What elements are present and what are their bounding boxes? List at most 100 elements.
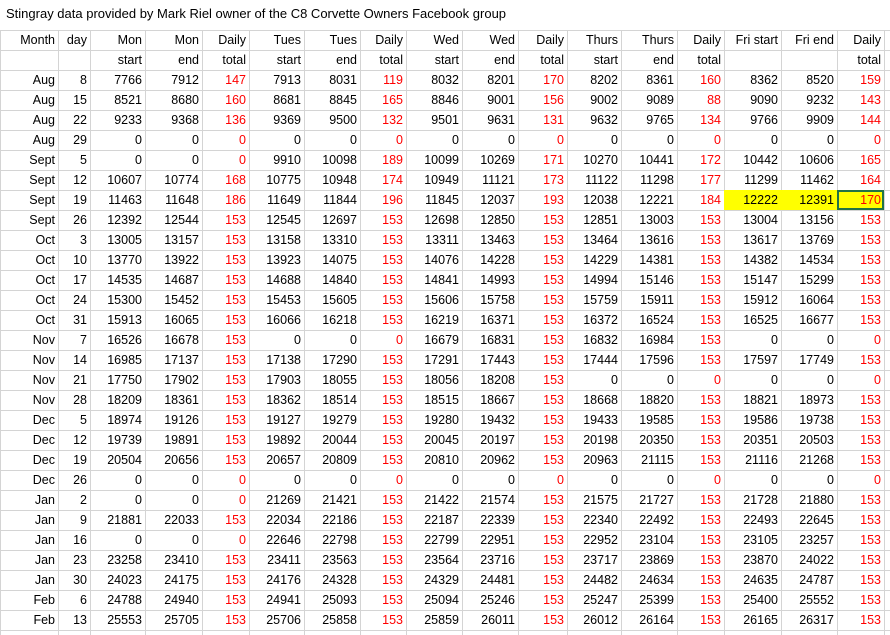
count-cell[interactable]: 23258 — [90, 550, 145, 570]
day-cell[interactable]: 29 — [58, 130, 90, 150]
day-cell[interactable]: 14 — [58, 350, 90, 370]
count-cell[interactable]: 17444 — [567, 350, 621, 370]
count-cell[interactable]: 10099 — [406, 150, 462, 170]
count-cell[interactable]: 0 — [567, 130, 621, 150]
count-cell[interactable]: 9910 — [249, 150, 304, 170]
count-cell[interactable]: 25706 — [249, 610, 304, 630]
count-cell[interactable]: 0 — [724, 330, 781, 350]
count-cell[interactable]: 25093 — [304, 590, 360, 610]
count-cell[interactable]: 22645 — [781, 510, 837, 530]
daily-total-cell[interactable]: 153 — [202, 330, 249, 350]
count-cell[interactable]: 9233 — [90, 110, 145, 130]
daily-total-cell[interactable]: 153 — [202, 270, 249, 290]
daily-total-cell[interactable]: 136 — [202, 110, 249, 130]
daily-total-cell[interactable]: 153 — [837, 410, 884, 430]
column-header[interactable]: Thurs — [567, 30, 621, 50]
column-header-sub[interactable]: start — [90, 50, 145, 70]
daily-total-cell[interactable]: 0 — [360, 130, 406, 150]
count-cell[interactable]: 18974 — [90, 410, 145, 430]
day-cell[interactable]: 3 — [58, 230, 90, 250]
count-cell[interactable]: 20963 — [567, 450, 621, 470]
count-cell[interactable]: 21115 — [621, 450, 677, 470]
count-cell[interactable]: 17138 — [249, 350, 304, 370]
count-cell[interactable]: 22339 — [462, 510, 518, 530]
daily-total-cell[interactable]: 153 — [360, 290, 406, 310]
count-cell[interactable]: 22340 — [567, 510, 621, 530]
column-header-sub[interactable]: end — [145, 50, 202, 70]
daily-total-cell[interactable]: 184 — [677, 190, 724, 210]
count-cell[interactable]: 21116 — [724, 450, 781, 470]
count-cell[interactable]: 16064 — [781, 290, 837, 310]
month-cell[interactable]: Aug — [0, 110, 58, 130]
count-cell[interactable]: 9765 — [621, 110, 677, 130]
count-cell[interactable]: 10098 — [304, 150, 360, 170]
count-cell[interactable]: 19279 — [304, 410, 360, 430]
count-cell[interactable]: 14688 — [249, 270, 304, 290]
daily-total-cell[interactable]: 153 — [677, 590, 724, 610]
column-header[interactable]: Mon — [145, 30, 202, 50]
count-cell[interactable]: 10441 — [621, 150, 677, 170]
daily-total-cell[interactable]: 153 — [837, 570, 884, 590]
daily-total-cell[interactable]: 173 — [518, 170, 567, 190]
day-cell[interactable]: 13 — [58, 610, 90, 630]
count-cell[interactable]: 21728 — [724, 490, 781, 510]
day-cell[interactable]: 28 — [58, 390, 90, 410]
daily-total-cell[interactable]: 0 — [202, 490, 249, 510]
daily-total-cell[interactable]: 153 — [677, 270, 724, 290]
daily-total-cell[interactable]: 172 — [677, 150, 724, 170]
count-cell[interactable]: 21422 — [406, 490, 462, 510]
daily-total-cell[interactable]: 131 — [518, 110, 567, 130]
count-cell[interactable]: 25094 — [406, 590, 462, 610]
month-cell[interactable]: Jan — [0, 530, 58, 550]
daily-total-cell[interactable]: 153 — [202, 390, 249, 410]
column-header-sub[interactable]: total — [677, 50, 724, 70]
count-cell[interactable]: 18208 — [462, 370, 518, 390]
count-cell[interactable]: 22951 — [462, 530, 518, 550]
count-cell[interactable]: 16678 — [145, 330, 202, 350]
month-cell[interactable]: Oct — [0, 230, 58, 250]
count-cell[interactable]: 12697 — [304, 210, 360, 230]
count-cell[interactable]: 13003 — [621, 210, 677, 230]
count-cell[interactable]: 11649 — [249, 190, 304, 210]
daily-total-cell[interactable]: 153 — [360, 350, 406, 370]
count-cell[interactable]: 15299 — [781, 270, 837, 290]
count-cell[interactable]: 12037 — [462, 190, 518, 210]
count-cell[interactable]: 9632 — [567, 110, 621, 130]
count-cell[interactable]: 0 — [567, 470, 621, 490]
column-header-sub[interactable]: start — [567, 50, 621, 70]
count-cell[interactable]: 18515 — [406, 390, 462, 410]
count-cell[interactable]: 8032 — [406, 70, 462, 90]
count-cell[interactable]: 17137 — [145, 350, 202, 370]
count-cell[interactable]: 8202 — [567, 70, 621, 90]
daily-total-cell[interactable]: 159 — [837, 70, 884, 90]
count-cell[interactable]: 13923 — [249, 250, 304, 270]
count-cell[interactable]: 22034 — [249, 510, 304, 530]
daily-total-cell[interactable]: 153 — [518, 310, 567, 330]
count-cell[interactable]: 24176 — [249, 570, 304, 590]
daily-total-cell[interactable]: 153 — [677, 450, 724, 470]
daily-total-cell[interactable]: 196 — [360, 190, 406, 210]
count-cell[interactable]: 8846 — [406, 90, 462, 110]
month-cell[interactable]: Nov — [0, 370, 58, 390]
daily-total-cell[interactable]: 153 — [677, 290, 724, 310]
count-cell[interactable]: 13005 — [90, 230, 145, 250]
count-cell[interactable]: 0 — [145, 150, 202, 170]
count-cell[interactable]: 20044 — [304, 430, 360, 450]
daily-total-cell[interactable]: 0 — [518, 470, 567, 490]
count-cell[interactable]: 18820 — [621, 390, 677, 410]
count-cell[interactable]: 25553 — [90, 610, 145, 630]
count-cell[interactable]: 9232 — [781, 90, 837, 110]
daily-total-cell[interactable]: 153 — [837, 430, 884, 450]
count-cell[interactable]: 17902 — [145, 370, 202, 390]
count-cell[interactable]: 16524 — [621, 310, 677, 330]
month-cell[interactable]: Jan — [0, 490, 58, 510]
daily-total-cell[interactable]: 153 — [518, 490, 567, 510]
count-cell[interactable]: 23257 — [781, 530, 837, 550]
count-cell[interactable]: 18209 — [90, 390, 145, 410]
daily-total-cell[interactable]: 0 — [202, 470, 249, 490]
spreadsheet[interactable]: Stingray data provided by Mark Riel owne… — [0, 0, 890, 635]
daily-total-cell[interactable]: 153 — [837, 490, 884, 510]
count-cell[interactable]: 18821 — [724, 390, 781, 410]
count-cell[interactable]: 13617 — [724, 230, 781, 250]
daily-total-cell[interactable]: 153 — [677, 510, 724, 530]
